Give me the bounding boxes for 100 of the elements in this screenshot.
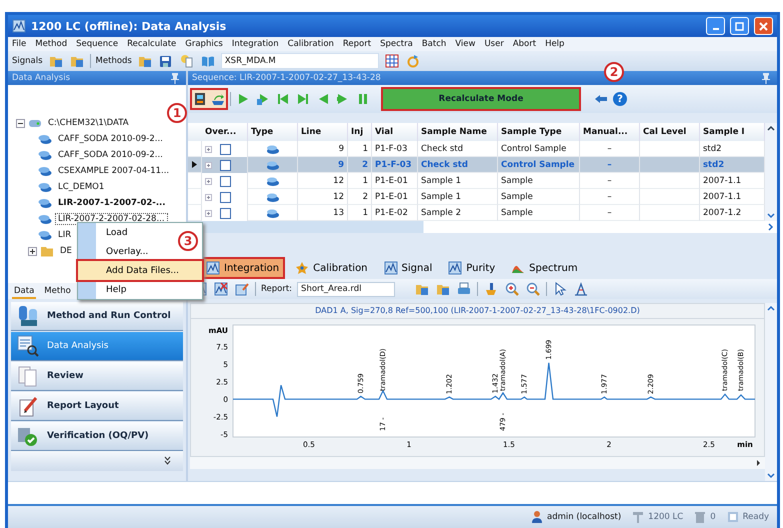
toolbar-label: Methods <box>96 56 132 66</box>
data-stack-icon <box>38 148 52 162</box>
scroll-down-icon[interactable] <box>765 471 777 481</box>
expand-icon[interactable] <box>205 194 212 200</box>
menu-item[interactable]: Help <box>545 39 564 49</box>
expand-icon[interactable] <box>205 162 212 168</box>
column-header[interactable]: Over... <box>202 123 248 141</box>
view-tab[interactable]: Calibration <box>291 259 372 277</box>
chart-delete-icon[interactable] <box>213 280 229 298</box>
menu-item[interactable]: View <box>455 39 476 49</box>
table-cell: – <box>580 157 640 173</box>
tree-item[interactable]: LIR-2007-1-2007-02-... <box>55 197 169 209</box>
menu-item[interactable]: Add Data Files... <box>78 261 202 280</box>
menu-item[interactable]: Batch <box>422 39 446 49</box>
tree-item[interactable]: CAFF_SODA 2010-09-2... <box>55 149 166 161</box>
panel-tab[interactable]: Data <box>12 285 36 299</box>
tree-expander-icon[interactable] <box>28 246 37 256</box>
table-cell: Control Sample <box>498 157 580 173</box>
menu-item[interactable]: Calibration <box>288 39 334 49</box>
checkbox[interactable] <box>220 208 231 218</box>
column-header[interactable]: Sample Type <box>498 123 580 141</box>
tree-item[interactable]: LIR <box>55 229 74 241</box>
recalculate-mode-button[interactable]: Recalculate Mode <box>383 89 579 109</box>
column-header[interactable]: Line <box>298 123 348 141</box>
table-icon[interactable] <box>384 52 400 70</box>
scroll-up-icon[interactable] <box>765 303 777 313</box>
menu-item[interactable]: Method <box>35 39 68 49</box>
panel-tab[interactable]: Metho <box>42 285 73 299</box>
scroll-down-icon[interactable] <box>765 211 777 221</box>
report-field[interactable]: Short_Area.rdl <box>297 282 396 296</box>
bin-icon <box>693 510 708 524</box>
menu-item[interactable]: Sequence <box>76 39 118 49</box>
tree-item[interactable]: CSEXAMPLE 2007-04-11... <box>55 165 172 177</box>
table-cell: P1-E-01 <box>372 173 418 189</box>
table-cell: P1-F-03 <box>372 157 418 173</box>
expand-icon[interactable] <box>205 146 212 152</box>
column-header[interactable]: Cal Level <box>640 123 700 141</box>
method-field[interactable]: XSR_MDA.M <box>220 53 379 69</box>
menu-item[interactable]: File <box>12 39 26 49</box>
tree-item[interactable]: DE <box>57 245 75 257</box>
table-cell: – <box>580 173 640 189</box>
view-tab[interactable]: Integration <box>202 259 284 277</box>
menu-item[interactable]: Help <box>78 280 202 299</box>
expand-icon[interactable] <box>205 178 212 184</box>
document-icon[interactable] <box>178 52 195 70</box>
vertical-scrollbar[interactable] <box>765 303 777 481</box>
vertical-scrollbar[interactable] <box>765 123 777 221</box>
menu-item[interactable]: User <box>484 39 504 49</box>
nav-button[interactable]: Review <box>11 362 183 391</box>
menu-item[interactable]: Recalculate <box>127 39 176 49</box>
table-row[interactable]: 9 2 P1-F-03 Check std Control Sample – std2 <box>188 157 765 173</box>
table-row[interactable]: 12 2 P1-E-01 Sample 1 Sample – 2007-1.1 <box>188 189 765 205</box>
tree-item[interactable]: LC_DEMO1 <box>55 181 108 193</box>
peak-icon[interactable] <box>573 280 590 298</box>
menu-item[interactable]: Graphics <box>185 39 223 49</box>
tree-item[interactable]: CAFF_SODA 2010-09-2... <box>55 133 166 145</box>
nav-button[interactable]: Data Analysis <box>11 332 183 361</box>
tree-item[interactable]: C:\CHEM32\1\DATA <box>45 117 132 129</box>
expand-icon[interactable] <box>205 210 212 216</box>
column-header[interactable]: Manual... <box>580 123 640 141</box>
column-header[interactable]: Sample Name <box>418 123 498 141</box>
view-tab[interactable]: Signal <box>380 259 436 277</box>
column-header[interactable]: Vial <box>372 123 418 141</box>
view-tab[interactable]: Purity <box>444 259 500 277</box>
tree-expander-icon[interactable] <box>16 118 25 128</box>
column-header[interactable]: Inj <box>348 123 372 141</box>
table-row[interactable]: 12 1 P1-E-01 Sample 1 Sample – 2007-1.1 <box>188 173 765 189</box>
menu-item[interactable]: Integration <box>232 39 279 49</box>
menu-item[interactable]: Spectra <box>380 39 413 49</box>
zoom-out-icon[interactable] <box>525 280 542 298</box>
menu-item[interactable]: Report <box>342 39 372 49</box>
checkbox[interactable] <box>220 176 231 186</box>
nav-button[interactable]: Report Layout <box>11 392 183 421</box>
monitor-icon[interactable] <box>192 90 208 108</box>
nav-button[interactable]: Method and Run Control <box>11 302 183 331</box>
scroll-up-icon[interactable] <box>765 123 777 133</box>
maximize-button[interactable] <box>730 17 749 35</box>
menu-item[interactable]: Abort <box>512 39 536 49</box>
toolbar-label: Signals <box>12 56 43 66</box>
table-cell: Sample <box>498 189 580 205</box>
help-button[interactable]: ? <box>613 92 627 106</box>
panel-title: Data Analysis <box>12 73 70 83</box>
column-header[interactable]: Type <box>248 123 298 141</box>
checkbox[interactable] <box>220 160 231 170</box>
status-text: 0 <box>710 512 716 522</box>
table-cell: Check std <box>418 157 498 173</box>
view-tab[interactable]: Spectrum <box>507 259 582 277</box>
nav-button[interactable]: Verification (OQ/PV) <box>11 422 183 451</box>
zoom-in-icon[interactable] <box>504 280 520 298</box>
horizontal-scrollbar[interactable] <box>190 457 765 469</box>
checkbox[interactable] <box>220 192 231 202</box>
double-chevron-icon[interactable] <box>164 456 171 466</box>
table-cell: 1 <box>348 173 372 189</box>
close-button[interactable] <box>754 17 773 35</box>
checkbox[interactable] <box>220 144 231 154</box>
ring-icon[interactable] <box>404 52 421 70</box>
minimize-button[interactable] <box>706 17 725 35</box>
pin-icon[interactable] <box>168 71 182 85</box>
pin-icon[interactable] <box>759 71 773 85</box>
horizontal-scrollbar[interactable] <box>188 221 777 233</box>
